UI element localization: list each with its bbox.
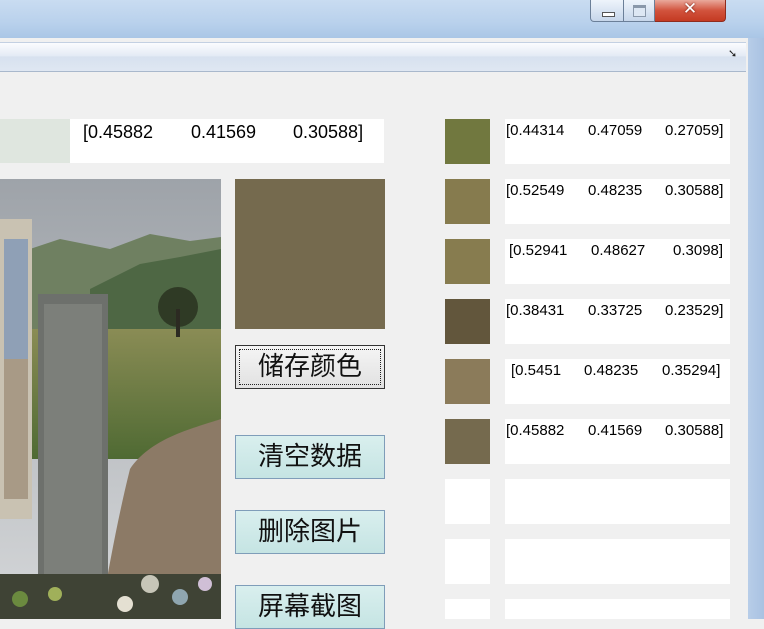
maximize-button[interactable] <box>624 0 655 22</box>
saved-b: 0.30588] <box>665 422 724 439</box>
source-image[interactable] <box>0 179 221 619</box>
current-color-swatch <box>0 119 70 163</box>
minimize-button[interactable] <box>590 0 624 22</box>
saved-swatch <box>445 359 490 404</box>
close-button[interactable]: ✕ <box>655 0 726 22</box>
saved-values-empty <box>505 599 730 619</box>
screenshot-button[interactable]: 屏幕截图 <box>235 585 385 629</box>
saved-b: 0.23529] <box>665 302 724 319</box>
window-titlebar: ✕ <box>0 0 764 38</box>
saved-r: [0.52549 <box>506 182 565 199</box>
save-color-button[interactable]: 储存颜色 <box>235 345 385 389</box>
saved-swatch <box>445 119 490 164</box>
saved-b: 0.30588] <box>665 182 724 199</box>
current-b-value: 0.30588] <box>293 122 364 142</box>
saved-swatch <box>445 299 490 344</box>
figure-toolbar: ➘ <box>0 42 746 72</box>
saved-values: [0.52941 0.48627 0.3098] <box>505 239 730 284</box>
saved-g: 0.47059 <box>588 122 643 139</box>
saved-r: [0.38431 <box>506 302 565 319</box>
current-g-value: 0.41569 <box>191 122 257 142</box>
dock-arrow-icon[interactable]: ➘ <box>728 47 737 60</box>
saved-g: 0.48235 <box>584 362 639 379</box>
saved-r: [0.5451 <box>511 362 562 379</box>
saved-swatch <box>445 179 490 224</box>
maximize-icon <box>633 5 646 17</box>
saved-r: [0.52941 <box>509 242 568 259</box>
saved-values: [0.38431 0.33725 0.23529] <box>505 299 730 344</box>
saved-values: [0.52549 0.48235 0.30588] <box>505 179 730 224</box>
saved-b: 0.35294] <box>662 362 721 379</box>
saved-b: 0.27059] <box>665 122 724 139</box>
minimize-icon <box>602 12 615 17</box>
saved-swatch <box>445 239 490 284</box>
close-icon: ✕ <box>682 0 698 19</box>
current-r-value: [0.45882 <box>83 122 154 142</box>
saved-g: 0.41569 <box>588 422 643 439</box>
window-frame-right <box>748 38 764 619</box>
clear-data-button[interactable]: 清空数据 <box>235 435 385 479</box>
color-preview-swatch <box>235 179 385 329</box>
saved-values: [0.44314 0.47059 0.27059] <box>505 119 730 164</box>
saved-values-empty <box>505 479 730 524</box>
saved-values: [0.5451 0.48235 0.35294] <box>505 359 730 404</box>
saved-swatch-empty <box>445 479 490 524</box>
saved-g: 0.48235 <box>588 182 643 199</box>
saved-swatch-empty <box>445 539 490 584</box>
landscape-photo <box>0 179 221 619</box>
saved-g: 0.48627 <box>591 242 646 259</box>
saved-swatch-empty <box>445 599 490 619</box>
saved-b: 0.3098] <box>673 242 724 259</box>
saved-r: [0.44314 <box>506 122 565 139</box>
saved-values: [0.45882 0.41569 0.30588] <box>505 419 730 464</box>
current-color-values: [0.45882 0.41569 0.30588] <box>70 119 384 163</box>
saved-r: [0.45882 <box>506 422 565 439</box>
saved-g: 0.33725 <box>588 302 643 319</box>
saved-values-empty <box>505 539 730 584</box>
delete-image-button[interactable]: 删除图片 <box>235 510 385 554</box>
window-controls: ✕ <box>590 0 726 22</box>
saved-swatch <box>445 419 490 464</box>
